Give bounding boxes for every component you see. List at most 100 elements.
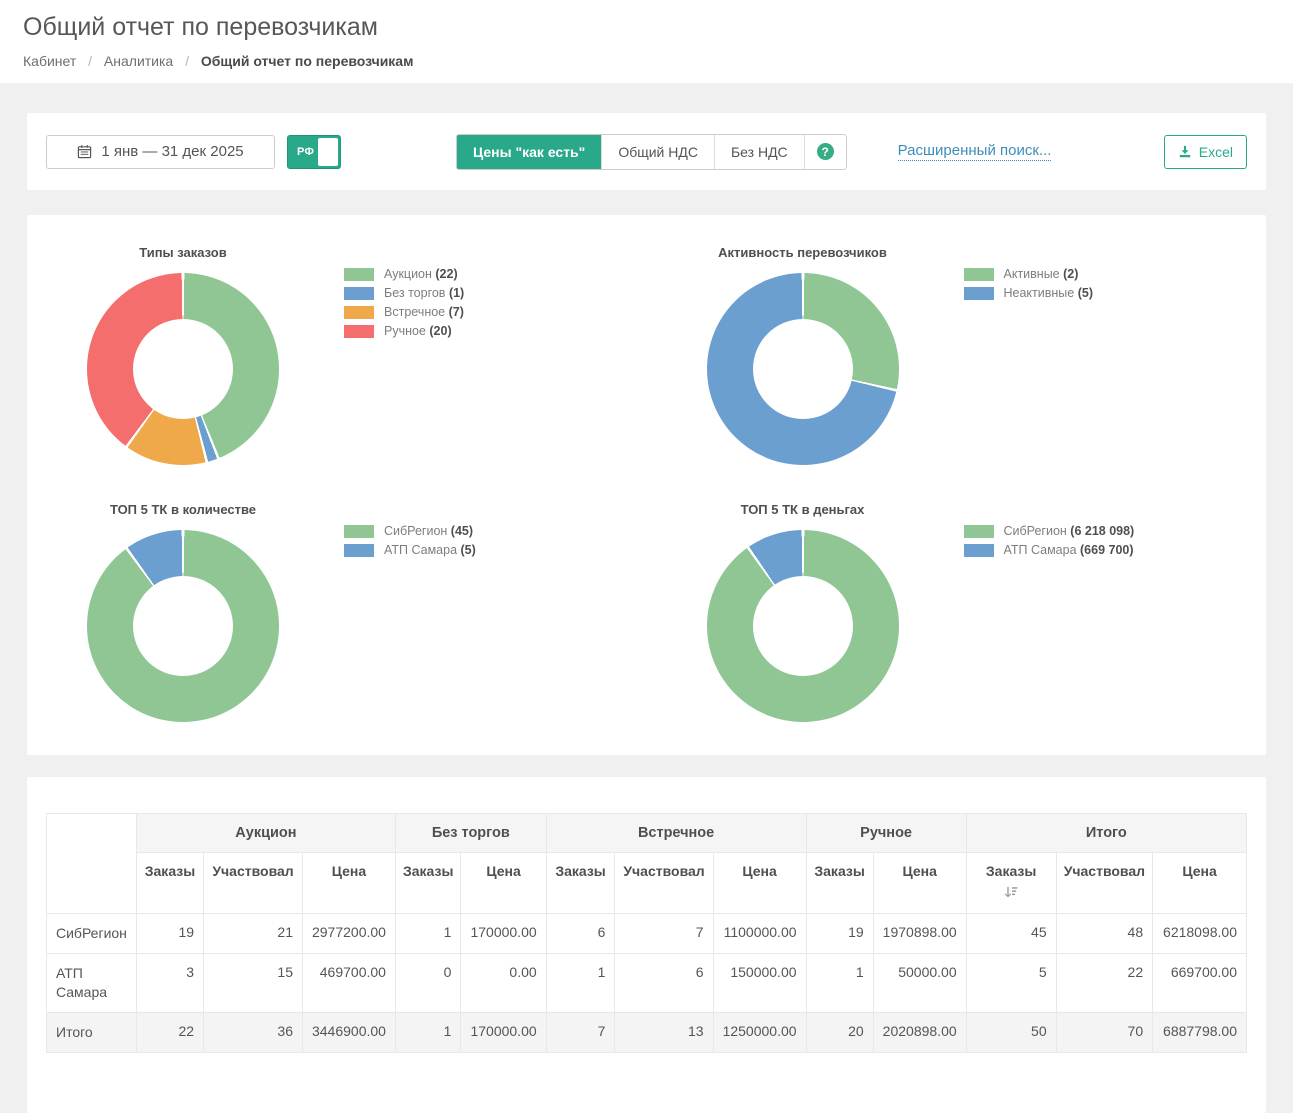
- excel-export-button[interactable]: Excel: [1164, 135, 1247, 169]
- legend-swatch: [964, 287, 994, 300]
- table-cell: 21: [204, 914, 303, 954]
- legend-item[interactable]: Аукцион (22): [344, 267, 464, 281]
- legend-item[interactable]: Активные (2): [964, 267, 1093, 281]
- chart-title: Типы заказов: [139, 245, 227, 260]
- column-header-label: Заказы: [403, 863, 453, 879]
- legend-item[interactable]: АТП Самара (669 700): [964, 543, 1135, 557]
- chart-title: ТОП 5 ТК в деньгах: [741, 502, 865, 517]
- charts-panel: Типы заказов Аукцион (22) Без торгов (1) В…: [27, 215, 1266, 755]
- page-title: Общий отчет по перевозчикам: [23, 13, 1270, 42]
- column-header[interactable]: Цена: [461, 853, 546, 914]
- legend-swatch: [964, 525, 994, 538]
- legend-swatch: [344, 306, 374, 319]
- column-header-label: Цена: [486, 863, 520, 879]
- breadcrumb-analytics[interactable]: Аналитика: [104, 53, 173, 69]
- column-header[interactable]: Цена: [873, 853, 966, 914]
- table-cell: 1: [546, 953, 615, 1012]
- column-header-label: Участвовал: [212, 863, 293, 879]
- table-cell: 6887798.00: [1153, 1012, 1247, 1052]
- tab-prices-as-is[interactable]: Цены "как есть": [457, 135, 602, 169]
- column-header-label: Заказы: [814, 863, 864, 879]
- tab-no-vat[interactable]: Без НДС: [715, 135, 805, 169]
- column-header[interactable]: Заказы: [395, 853, 461, 914]
- table-cell: 170000.00: [461, 1012, 546, 1052]
- column-header[interactable]: Заказы: [136, 853, 203, 914]
- legend-label: Неактивные (5): [1004, 286, 1093, 300]
- table-cell: 6: [615, 953, 713, 1012]
- breadcrumb-cabinet[interactable]: Кабинет: [23, 53, 76, 69]
- chart-legend: Аукцион (22) Без торгов (1) Встречное (7) Р…: [344, 267, 464, 343]
- carriers-report-table: АукционБез торговВстречноеРучноеИтогоЗак…: [46, 813, 1247, 1053]
- table-cell: 170000.00: [461, 914, 546, 954]
- column-header-label: Цена: [1182, 863, 1216, 879]
- table-cell: 6: [546, 914, 615, 954]
- chart-order-types: Типы заказов Аукцион (22) Без торгов (1) В…: [27, 245, 647, 465]
- donut-chart-order-types[interactable]: [87, 273, 279, 465]
- column-header[interactable]: Участвовал: [204, 853, 303, 914]
- table-cell: 70: [1056, 1012, 1153, 1052]
- column-header[interactable]: Участвовал: [615, 853, 713, 914]
- column-header-label: Заказы: [145, 863, 195, 879]
- column-group-header: Без торгов: [395, 814, 546, 853]
- tab-common-vat[interactable]: Общий НДС: [602, 135, 715, 169]
- legend-swatch: [344, 325, 374, 338]
- date-range-input[interactable]: 1 янв — 31 дек 2025: [46, 135, 275, 169]
- advanced-search-link[interactable]: Расширенный поиск...: [898, 142, 1052, 161]
- breadcrumb-separator: /: [185, 53, 189, 69]
- legend-label: Ручное (20): [384, 324, 452, 338]
- sort-desc-icon[interactable]: [973, 886, 1050, 899]
- table-cell: 15: [204, 953, 303, 1012]
- column-header[interactable]: Цена: [302, 853, 395, 914]
- chart-legend: СибРегион (6 218 098) АТП Самара (669 700…: [964, 524, 1135, 562]
- table-cell: 469700.00: [302, 953, 395, 1012]
- legend-label: АТП Самара (669 700): [1004, 543, 1134, 557]
- table-cell: 7: [546, 1012, 615, 1052]
- legend-item[interactable]: Ручное (20): [344, 324, 464, 338]
- column-group-header: Итого: [966, 814, 1246, 853]
- table-cell: 1250000.00: [713, 1012, 806, 1052]
- chart-title: ТОП 5 ТК в количестве: [110, 502, 256, 517]
- legend-swatch: [964, 544, 994, 557]
- legend-swatch: [344, 287, 374, 300]
- table-cell: 22: [1056, 953, 1153, 1012]
- column-header[interactable]: Цена: [1153, 853, 1247, 914]
- rf-toggle-label: РФ: [297, 146, 314, 158]
- date-range-value: 1 янв — 31 дек 2025: [101, 143, 243, 160]
- donut-chart-carrier-activity[interactable]: [707, 273, 899, 465]
- legend-swatch: [344, 544, 374, 557]
- table-cell: 7: [615, 914, 713, 954]
- table-cell: 45: [966, 914, 1056, 954]
- legend-swatch: [344, 525, 374, 538]
- column-header[interactable]: Заказы: [546, 853, 615, 914]
- table-cell: 20: [806, 1012, 873, 1052]
- column-header[interactable]: Цена: [713, 853, 806, 914]
- legend-item[interactable]: Неактивные (5): [964, 286, 1093, 300]
- table-cell: 22: [136, 1012, 203, 1052]
- table-corner-cell: [47, 814, 137, 914]
- legend-item[interactable]: СибРегион (6 218 098): [964, 524, 1135, 538]
- legend-label: СибРегион (6 218 098): [1004, 524, 1135, 538]
- table-cell: 19: [806, 914, 873, 954]
- donut-chart-top5-money[interactable]: [707, 530, 899, 722]
- donut-chart-top5-count[interactable]: [87, 530, 279, 722]
- help-button[interactable]: ?: [805, 135, 846, 169]
- rf-toggle[interactable]: РФ: [287, 135, 341, 169]
- chart-top5-by-count: ТОП 5 ТК в количестве СибРегион (45) АТП …: [27, 502, 647, 722]
- legend-item[interactable]: Без торгов (1): [344, 286, 464, 300]
- legend-item[interactable]: СибРегион (45): [344, 524, 476, 538]
- table-cell: 13: [615, 1012, 713, 1052]
- column-header[interactable]: Заказы: [806, 853, 873, 914]
- chart-title: Активность перевозчиков: [718, 245, 887, 260]
- group-header-row: АукционБез торговВстречноеРучноеИтого: [47, 814, 1247, 853]
- table-cell: 3: [136, 953, 203, 1012]
- legend-item[interactable]: АТП Самара (5): [344, 543, 476, 557]
- table-cell: 0.00: [461, 953, 546, 1012]
- column-header-label: Участвовал: [623, 863, 704, 879]
- column-header[interactable]: Заказы: [966, 853, 1056, 914]
- column-header-label: Цена: [902, 863, 936, 879]
- legend-label: Без торгов (1): [384, 286, 464, 300]
- column-header[interactable]: Участвовал: [1056, 853, 1153, 914]
- legend-item[interactable]: Встречное (7): [344, 305, 464, 319]
- table-cell: 1100000.00: [713, 914, 806, 954]
- column-header-label: Заказы: [555, 863, 605, 879]
